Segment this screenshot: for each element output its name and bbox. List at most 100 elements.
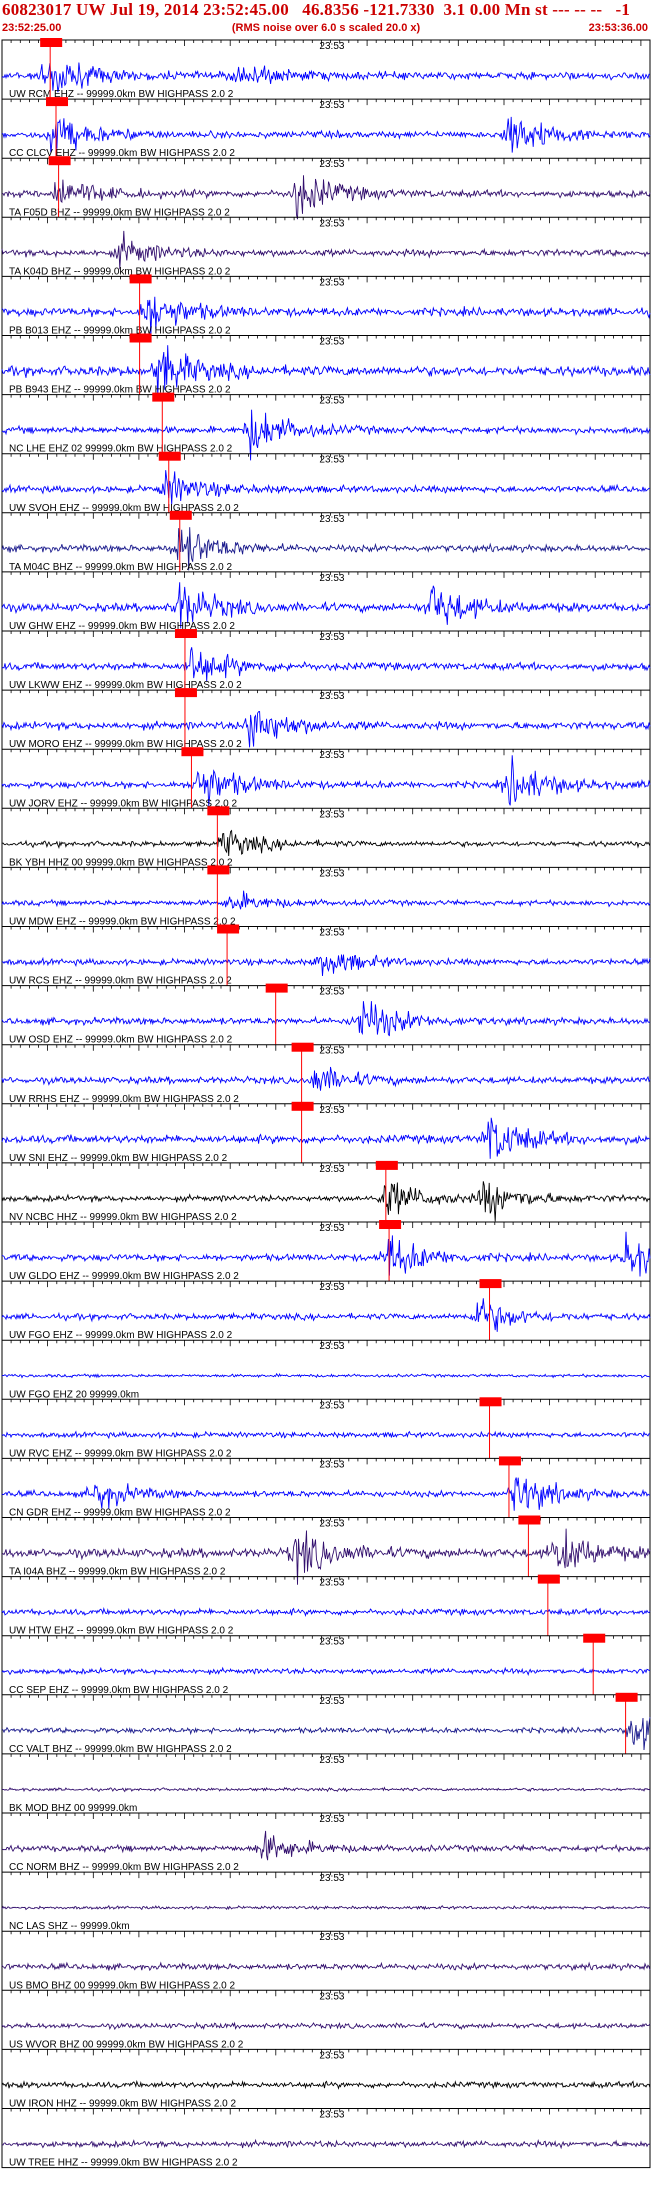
pick-flag (615, 1692, 638, 1702)
minute-label: 23:53 (319, 277, 344, 288)
pick-flag (479, 1279, 502, 1289)
waveform-trace (1, 1904, 651, 1911)
minute-label: 23:53 (319, 1873, 344, 1884)
minute-label: 23:53 (319, 41, 344, 52)
minute-label: 23:53 (319, 1282, 344, 1293)
channel-label: BK MOD BHZ 00 99999.0km (9, 1803, 137, 1814)
waveform-trace (1, 62, 651, 93)
minute-label: 23:53 (319, 1341, 344, 1352)
minute-label: 23:53 (319, 1755, 344, 1766)
minute-label: 23:53 (319, 750, 344, 761)
channel-label: PB B013 EHZ -- 99999.0km BW HIGHPASS 2.0… (9, 326, 231, 337)
minute-label: 23:53 (319, 455, 344, 466)
waveform-trace (1, 954, 651, 977)
pick-flag (152, 392, 175, 402)
waveform-trace (1, 1298, 651, 1332)
channel-label: CC SEP EHZ -- 99999.0km BW HIGHPASS 2.0 … (9, 1685, 229, 1696)
channel-label: UW LKWW EHZ -- 99999.0km BW HIGHPASS 2.0… (9, 680, 242, 691)
channel-label: UW RCM EHZ -- 99999.0km BW HIGHPASS 2.0 … (9, 89, 234, 100)
channel-label: UW IRON HHZ -- 99999.0km BW HIGHPASS 2.0… (9, 2099, 237, 2110)
channel-label: TA M04C BHZ -- 99999.0km BW HIGHPASS 2.0… (9, 562, 232, 573)
channel-label: UW RCS EHZ -- 99999.0km BW HIGHPASS 2.0 … (9, 976, 232, 987)
minute-label: 23:53 (319, 1991, 344, 2002)
channel-label: UW MORO EHZ -- 99999.0km BW HIGHPASS 2.0… (9, 739, 242, 750)
channel-label: UW HTW EHZ -- 99999.0km BW HIGHPASS 2.0 … (9, 1626, 234, 1637)
channel-label: US WVOR BHZ 00 99999.0km BW HIGHPASS 2.0… (9, 2039, 244, 2050)
waveform-trace (1, 647, 651, 682)
channel-label: CC VALT BHZ -- 99999.0km BW HIGHPASS 2.0… (9, 1744, 232, 1755)
channel-label: CN GDR EHZ -- 99999.0km BW HIGHPASS 2.0 … (9, 1508, 231, 1519)
pick-flag (158, 451, 181, 461)
pick-flag (207, 806, 230, 816)
channel-label: UW MDW EHZ -- 99999.0km BW HIGHPASS 2.0 … (9, 917, 236, 928)
pick-flag (291, 1042, 314, 1052)
minute-label: 23:53 (319, 1519, 344, 1530)
pick-flag (40, 38, 63, 47)
pick-flag (174, 688, 197, 698)
minute-label: 23:53 (319, 2050, 344, 2061)
minute-label: 23:53 (319, 632, 344, 643)
seismogram-plot: 23:53 UW RCM EHZ -- 99999.0km BW HIGHPASS… (1, 38, 651, 2169)
pick-flag (479, 1397, 502, 1407)
minute-label: 23:53 (319, 218, 344, 229)
minute-label: 23:53 (319, 1578, 344, 1589)
minute-label: 23:53 (319, 809, 344, 820)
waveform-trace (1, 2138, 651, 2150)
minute-label: 23:53 (319, 1105, 344, 1116)
channel-label: TA I04A BHZ -- 99999.0km BW HIGHPASS 2.0… (9, 1567, 226, 1578)
channel-label: CC CLCV EHZ -- 99999.0km BW HIGHPASS 2.0… (9, 148, 235, 159)
minute-label: 23:53 (319, 573, 344, 584)
pick-flag (174, 629, 197, 638)
pick-flag (129, 333, 152, 343)
channel-label: BK YBH HHZ 00 99999.0km BW HIGHPASS 2.0 … (9, 857, 233, 868)
channel-label: UW FGO EHZ -- 99999.0km BW HIGHPASS 2.0 … (9, 1330, 233, 1341)
channel-label: TA K04D BHZ -- 99999.0km BW HIGHPASS 2.0… (9, 266, 231, 277)
channel-label: UW FGO EHZ 20 99999.0km (9, 1389, 139, 1400)
waveform-trace (1, 1001, 651, 1037)
pick-flag (498, 1456, 521, 1466)
waveform-trace (1, 2021, 651, 2031)
pick-flag (375, 1160, 398, 1170)
channel-label: US BMO BHZ 00 99999.0km BW HIGHPASS 2.0 … (9, 1980, 235, 1991)
waveform-trace (1, 1830, 651, 1861)
pick-flag (379, 1220, 402, 1229)
channel-label: UW SVOH EHZ -- 99999.0km BW HIGHPASS 2.0… (9, 503, 239, 514)
waveform-trace (1, 1231, 651, 1277)
minute-label: 23:53 (319, 159, 344, 170)
minute-label: 23:53 (319, 928, 344, 939)
pick-flag (583, 1633, 606, 1643)
pick-flag (129, 274, 152, 284)
waveform-trace (1, 1666, 651, 1676)
minute-label: 23:53 (319, 1932, 344, 1943)
waveform-trace (1, 1477, 651, 1511)
minute-label: 23:53 (319, 1459, 344, 1470)
waveform-trace (1, 230, 651, 270)
minute-label: 23:53 (319, 337, 344, 348)
minute-label: 23:53 (319, 100, 344, 111)
minute-label: 23:53 (319, 987, 344, 998)
channel-label: NC LHE EHZ 02 99999.0km BW HIGHPASS 2.0 … (9, 444, 233, 455)
channel-label: UW RVC EHZ -- 99999.0km BW HIGHPASS 2.0 … (9, 1448, 232, 1459)
minute-label: 23:53 (319, 1696, 344, 1707)
minute-label: 23:53 (319, 1637, 344, 1648)
minute-label: 23:53 (319, 1814, 344, 1825)
pick-flag (46, 97, 69, 107)
channel-label: PB B943 EHZ -- 99999.0km BW HIGHPASS 2.0… (9, 385, 231, 396)
waveform-trace (1, 1372, 651, 1379)
waveform-trace (1, 2079, 651, 2090)
waveform-trace (1, 1961, 651, 1972)
channel-label: UW OSD EHZ -- 99999.0km BW HIGHPASS 2.0 … (9, 1035, 233, 1046)
channel-label: UW GLDO EHZ -- 99999.0km BW HIGHPASS 2.0… (9, 1271, 239, 1282)
pick-flag (291, 1101, 314, 1111)
channel-label: CC NORM BHZ -- 99999.0km BW HIGHPASS 2.0… (9, 1862, 239, 1873)
waveform-trace (1, 1066, 651, 1091)
channel-label: NV NCBC HHZ -- 99999.0km BW HIGHPASS 2.0… (9, 1212, 237, 1223)
minute-label: 23:53 (319, 1164, 344, 1175)
pick-flag (217, 924, 240, 934)
channel-label: TA F05D BHZ -- 99999.0km BW HIGHPASS 2.0… (9, 207, 230, 218)
waveform-trace (1, 1786, 651, 1793)
pick-flag (48, 156, 71, 166)
minute-label: 23:53 (319, 514, 344, 525)
waveform-trace (1, 1607, 651, 1618)
pick-flag (537, 1574, 560, 1584)
